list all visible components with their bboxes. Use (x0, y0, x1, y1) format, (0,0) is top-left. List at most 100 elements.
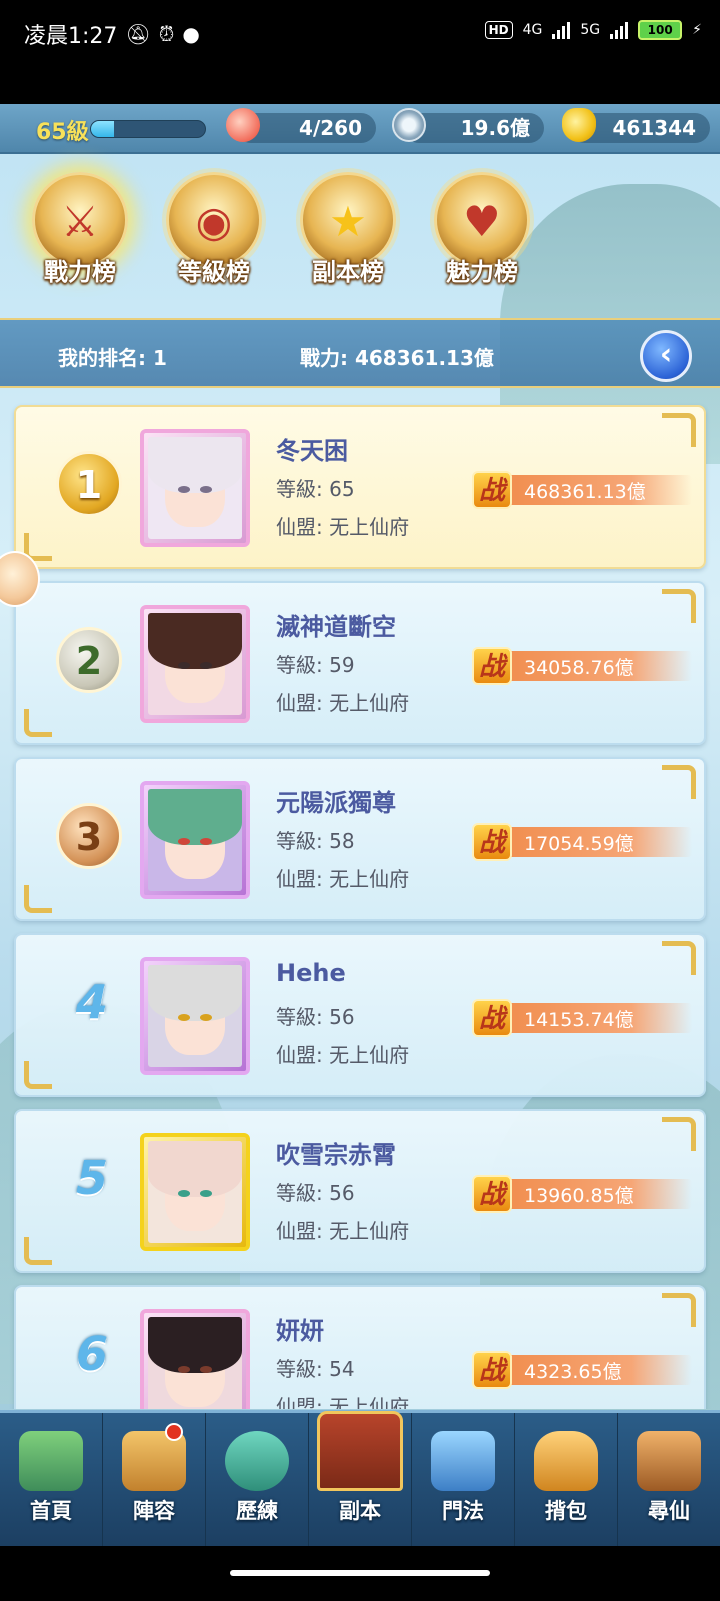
nav-training[interactable]: 歷練 (206, 1413, 309, 1546)
tab-level-ranking[interactable]: ◉ 等級榜 (154, 172, 274, 302)
tab-label: 等級榜 (178, 258, 250, 286)
dungeon-icon (317, 1411, 403, 1491)
power-badge: 战 34058.76億 (472, 647, 692, 685)
xp-progress-bar (90, 120, 206, 138)
signal-icon-2 (610, 21, 629, 39)
nav-dungeon[interactable]: 副本 (309, 1411, 412, 1546)
status-bar: 凌晨1:27 🔕︎ ⏰︎ ● HD 4G 5G 100 ⚡︎ (0, 0, 720, 104)
nav-label: 副本 (339, 1499, 381, 1523)
rank-number: 5 (75, 1151, 108, 1205)
network-label-2: 5G (580, 22, 601, 38)
nav-label: 門法 (442, 1499, 484, 1523)
battery-icon: 100 (638, 20, 683, 40)
power-value: 17054.59億 (524, 833, 634, 855)
power-value: 4323.65億 (524, 1361, 622, 1383)
ranking-row[interactable]: 5 吹雪宗赤霄 等級: 56 仙盟: 无上仙府 战 13960.85億 (14, 1109, 706, 1273)
bag-icon (534, 1431, 598, 1491)
power-badge: 战 4323.65億 (472, 1351, 692, 1389)
sect-icon (431, 1431, 495, 1491)
card-corner-ornament (662, 1293, 696, 1327)
player-name: Hehe (276, 959, 346, 987)
status-indicators: HD 4G 5G 100 ⚡︎ (484, 20, 702, 40)
player-guild: 仙盟: 无上仙府 (276, 867, 410, 891)
player-guild: 仙盟: 无上仙府 (276, 1395, 410, 1409)
gold-medal-icon: 1 (56, 451, 122, 517)
ranking-row[interactable]: 6 妍妍 等級: 54 仙盟: 无上仙府 战 4323.65億 (14, 1285, 706, 1409)
gesture-area (0, 1546, 720, 1601)
rank-number: 4 (75, 975, 108, 1029)
game-screen: 65級 4/260 19.6億 461344 ⚔︎ 戰力榜 ◉ 等級榜 ★ 副本… (0, 104, 720, 1546)
avatar[interactable] (140, 957, 250, 1075)
player-name: 元陽派獨尊 (276, 789, 396, 817)
home-gesture-bar[interactable] (230, 1570, 490, 1576)
card-corner-ornament (662, 941, 696, 975)
back-button[interactable]: ‹ (640, 330, 692, 382)
seek-icon (637, 1431, 701, 1491)
card-corner-ornament (24, 709, 52, 737)
avatar[interactable] (140, 1309, 250, 1409)
charging-icon: ⚡︎ (692, 22, 702, 38)
bronze-medal-icon: 3 (56, 803, 122, 869)
player-level: 等級: 54 (276, 1357, 355, 1381)
player-level: 等級: 59 (276, 653, 355, 677)
battle-power-icon: 战 (472, 1351, 512, 1389)
player-guild: 仙盟: 无上仙府 (276, 1219, 410, 1243)
gold-value: 461344 (612, 116, 697, 140)
rank-number: 6 (75, 1327, 108, 1381)
player-name: 滅神道斷空 (276, 613, 396, 641)
tab-label: 副本榜 (312, 258, 384, 286)
card-corner-ornament (662, 413, 696, 447)
card-corner-ornament (24, 1061, 52, 1089)
tab-charm-ranking[interactable]: ♥ 魅力榜 (422, 172, 542, 302)
nav-label: 歷練 (236, 1499, 278, 1523)
tab-power-ranking[interactable]: ⚔︎ 戰力榜 (20, 172, 140, 302)
alarm-icon: ⏰︎ (158, 22, 175, 46)
status-time-group: 凌晨1:27 🔕︎ ⏰︎ ● (24, 18, 200, 50)
peach-icon (226, 108, 260, 142)
my-rank-text: 我的排名: 1 (58, 346, 167, 370)
nav-lineup[interactable]: 陣容 (103, 1413, 206, 1546)
resource-bar: 65級 4/260 19.6億 461344 (0, 104, 720, 154)
silver-value: 19.6億 (460, 116, 530, 140)
bottom-nav: 首頁 陣容 歷練 副本 門法 揹包 尋仙 (0, 1410, 720, 1546)
my-rank-bar: 我的排名: 1 戰力: 468361.13億 ‹ (0, 318, 720, 388)
nav-label: 首頁 (30, 1499, 72, 1523)
battle-power-icon: 战 (472, 647, 512, 685)
xp-progress-fill (91, 121, 114, 137)
avatar[interactable] (140, 605, 250, 723)
nav-sect[interactable]: 門法 (412, 1413, 515, 1546)
ranking-row[interactable]: 2 滅神道斷空 等級: 59 仙盟: 无上仙府 战 34058.76億 (14, 581, 706, 745)
tab-dungeon-ranking[interactable]: ★ 副本榜 (288, 172, 408, 302)
tab-label: 魅力榜 (446, 258, 518, 286)
ranking-list[interactable]: 1 冬天困 等級: 65 仙盟: 无上仙府 战 468361.13億 2 滅神道… (0, 399, 720, 1409)
nav-bag[interactable]: 揹包 (515, 1413, 618, 1546)
power-value: 14153.74億 (524, 1009, 634, 1031)
clock-time: 凌晨1:27 (24, 24, 118, 49)
home-icon (19, 1431, 83, 1491)
stamina-value: 4/260 (299, 116, 362, 140)
nav-label: 陣容 (133, 1499, 175, 1523)
hd-icon: HD (484, 21, 513, 39)
ranking-row[interactable]: 1 冬天困 等級: 65 仙盟: 无上仙府 战 468361.13億 (14, 405, 706, 569)
power-badge: 战 13960.85億 (472, 1175, 692, 1213)
player-level: 等級: 65 (276, 477, 355, 501)
card-corner-ornament (662, 589, 696, 623)
battle-power-icon: 战 (472, 1175, 512, 1213)
card-corner-ornament (24, 1237, 52, 1265)
player-level: 等級: 56 (276, 1181, 355, 1205)
avatar[interactable] (140, 429, 250, 547)
back-arrow-icon: ‹ (659, 337, 673, 372)
ranking-row[interactable]: 4 Hehe 等級: 56 仙盟: 无上仙府 战 14153.74億 (14, 933, 706, 1097)
ranking-row[interactable]: 3 元陽派獨尊 等級: 58 仙盟: 无上仙府 战 17054.59億 (14, 757, 706, 921)
nav-label: 揹包 (545, 1499, 587, 1523)
player-level-label: 65級 (36, 120, 89, 145)
player-name: 冬天困 (276, 437, 348, 465)
qq-icon: ● (182, 22, 200, 46)
avatar[interactable] (140, 781, 250, 899)
nav-home[interactable]: 首頁 (0, 1413, 103, 1546)
battle-power-icon: 战 (472, 471, 512, 509)
nav-seek[interactable]: 尋仙 (618, 1413, 720, 1546)
notification-dot (165, 1423, 183, 1441)
player-guild: 仙盟: 无上仙府 (276, 1043, 410, 1067)
avatar[interactable] (140, 1133, 250, 1251)
